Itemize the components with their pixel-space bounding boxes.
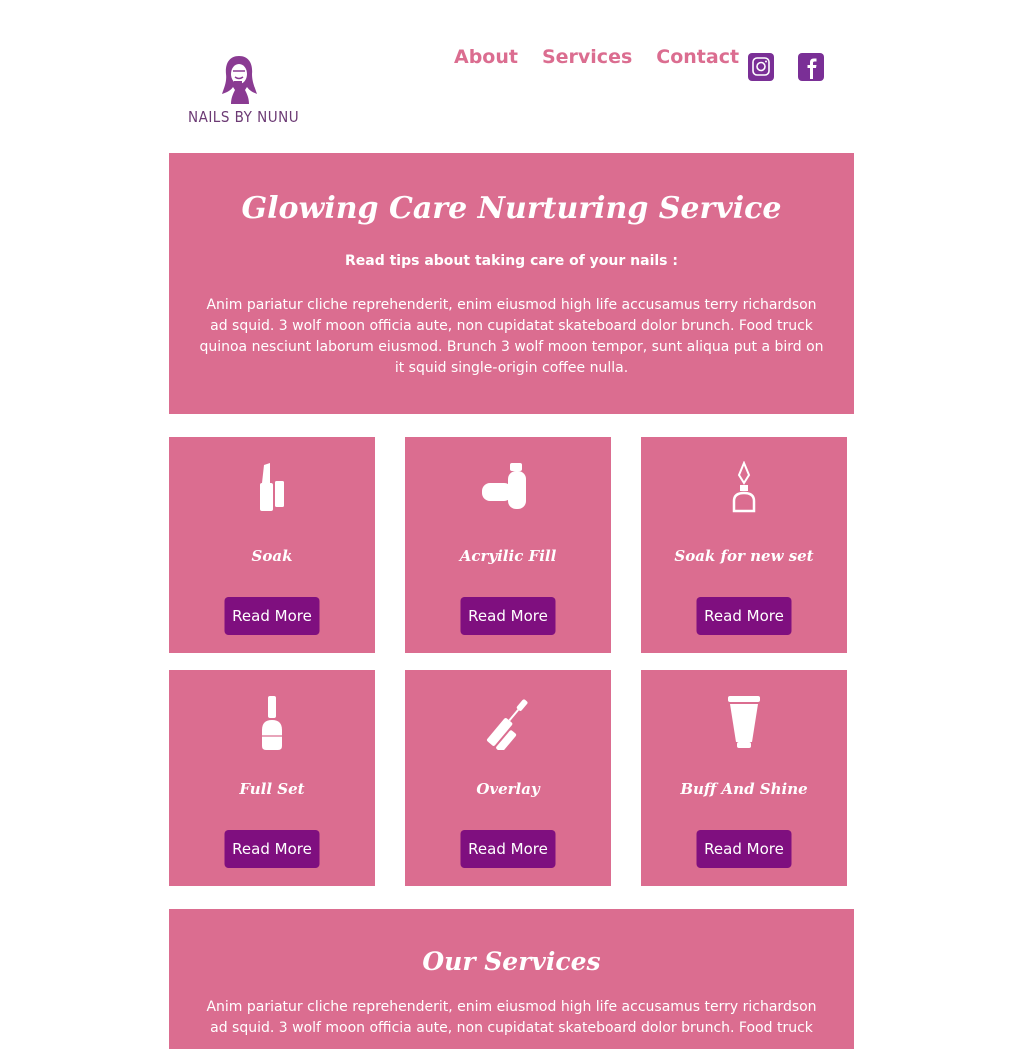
read-more-button[interactable]: Read More	[696, 597, 792, 635]
read-more-button[interactable]: Read More	[224, 830, 320, 868]
nail-polish-lying-icon	[405, 461, 611, 513]
nail-polish-bottle-icon	[169, 694, 375, 750]
brand-name: NAILS BY NUNU	[188, 108, 300, 126]
woman-portrait-icon	[222, 56, 257, 104]
perfume-bottle-icon	[641, 461, 847, 513]
main-nav: About Services Contact	[454, 46, 763, 68]
read-more-button[interactable]: Read More	[696, 830, 792, 868]
hero-body: Anim pariatur cliche reprehenderit, enim…	[199, 297, 824, 376]
card-title: Overlay	[476, 780, 540, 798]
service-card-soak-new-set: Soak for new set Read More	[641, 437, 847, 653]
service-card-overlay: Overlay Read More	[405, 670, 611, 886]
facebook-icon[interactable]	[798, 53, 824, 81]
hero-title: Glowing Care Nurturing Service	[241, 191, 782, 226]
card-title: Buff And Shine	[680, 780, 808, 798]
hero-subtitle: Read tips about taking care of your nail…	[345, 253, 678, 269]
cream-tube-icon	[641, 694, 847, 748]
our-services-section: Our Services Anim pariatur cliche repreh…	[169, 909, 854, 1049]
card-title: Soak for new set	[674, 547, 814, 565]
hero-section: Glowing Care Nurturing Service Read tips…	[169, 153, 854, 414]
services-body: Anim pariatur cliche reprehenderit, enim…	[206, 999, 817, 1036]
nav-contact[interactable]: Contact	[656, 46, 739, 68]
card-title: Acryilic Fill	[459, 547, 557, 565]
nav-about[interactable]: About	[454, 46, 518, 68]
service-card-buff-shine: Buff And Shine Read More	[641, 670, 847, 886]
card-title: Full Set	[239, 780, 305, 798]
brand-logo[interactable]: NAILS BY NUNU	[188, 54, 300, 138]
lipstick-icon	[169, 461, 375, 513]
card-title: Soak	[251, 547, 293, 565]
mascara-brush-icon	[405, 694, 611, 750]
service-card-soak: Soak Read More	[169, 437, 375, 653]
service-card-full-set: Full Set Read More	[169, 670, 375, 886]
read-more-button[interactable]: Read More	[460, 597, 556, 635]
nav-services[interactable]: Services	[542, 46, 632, 68]
services-title: Our Services	[422, 947, 601, 976]
read-more-button[interactable]: Read More	[224, 597, 320, 635]
instagram-icon[interactable]	[748, 53, 774, 81]
read-more-button[interactable]: Read More	[460, 830, 556, 868]
service-card-acrylic-fill: Acryilic Fill Read More	[405, 437, 611, 653]
